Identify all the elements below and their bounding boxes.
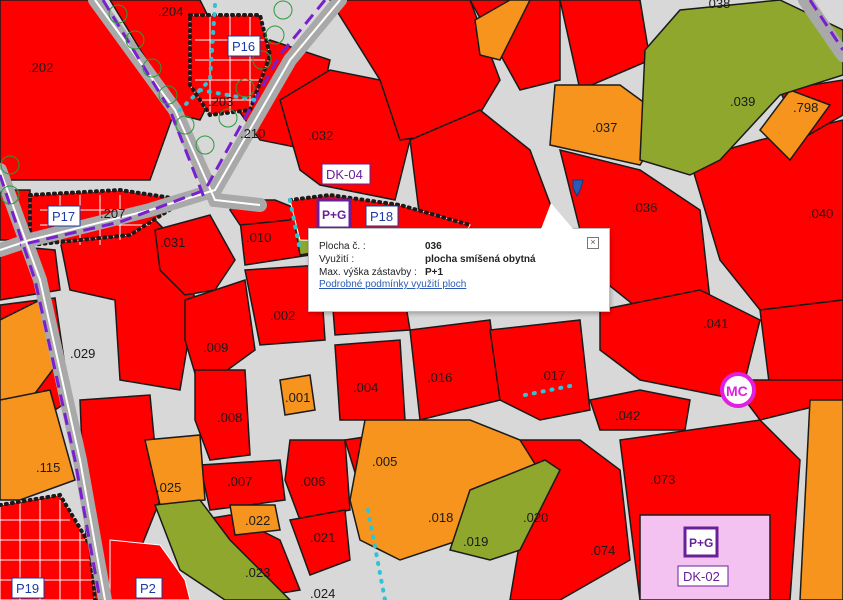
parcel-label: .029 xyxy=(70,346,95,361)
parcel-label: .203 xyxy=(208,94,233,109)
parcel-label: .008 xyxy=(217,410,242,425)
parcel-label: .074 xyxy=(590,543,615,558)
parcel-label: .115 xyxy=(36,460,60,475)
parcel-label: .005 xyxy=(372,454,397,469)
parcel-label: .031 xyxy=(160,235,185,250)
parcel-label: .021 xyxy=(310,530,335,545)
parcel-label: .024 xyxy=(310,586,335,600)
parcel-label: .006 xyxy=(300,474,325,489)
parcel-label: .204 xyxy=(158,4,183,19)
parcel-label: .039 xyxy=(730,94,755,109)
pg-symbol: P+G xyxy=(689,536,713,550)
mc-symbol: MC xyxy=(720,372,756,408)
zone-tag-p17: P17 xyxy=(52,209,75,224)
popup-key: Plocha č. : xyxy=(319,241,366,252)
parcel-label: .001 xyxy=(285,390,310,405)
popup-key: Max. výška zástavby : xyxy=(319,267,417,278)
parcel-label: .036 xyxy=(632,200,657,215)
zone-tag-p19: P19 xyxy=(16,581,39,596)
parcel-label: .020 xyxy=(523,510,548,525)
parcel-label: .040 xyxy=(808,206,833,221)
detail-conditions-link[interactable]: Podrobné podmínky využití ploch xyxy=(319,279,466,290)
parcel-label: .010 xyxy=(246,230,271,245)
parcel-label: .202 xyxy=(28,60,53,75)
parcel-label: .002 xyxy=(270,308,295,323)
parcel-label: .007 xyxy=(227,474,252,489)
zone-tag-p18: P18 xyxy=(370,209,393,224)
parcel-label: .210 xyxy=(240,126,265,141)
parcel-label: .041 xyxy=(703,316,728,331)
popup-key: Využití : xyxy=(319,254,355,265)
corridor-label-dk04: DK-04 xyxy=(326,167,363,182)
popup-value: 036 xyxy=(425,241,442,252)
parcel-label: .023 xyxy=(245,565,270,580)
popup-value: plocha smíšená obytná xyxy=(425,254,536,265)
parcel-label: .037 xyxy=(592,120,617,135)
parcel-label: .042 xyxy=(615,408,640,423)
parcel-label: .019 xyxy=(463,534,488,549)
popup-row: Plocha č. : 036 xyxy=(319,241,599,254)
parcel-label: .018 xyxy=(428,510,453,525)
pg-symbol: P+G xyxy=(322,208,346,222)
parcel-label: .022 xyxy=(245,513,270,528)
parcel-label: .004 xyxy=(353,380,378,395)
zone-tag-p16: P16 xyxy=(232,39,255,54)
corridor-label-dk02: DK-02 xyxy=(683,569,720,584)
parcel-label: .032 xyxy=(308,128,333,143)
popup-row: Využití : plocha smíšená obytná xyxy=(319,254,599,267)
zone-tag-p2: P2 xyxy=(140,581,156,596)
parcel-label: .025 xyxy=(156,480,181,495)
parcel-label: .038 xyxy=(705,0,730,11)
parcel-label: .016 xyxy=(427,370,452,385)
parcel-label: .017 xyxy=(540,368,565,383)
parcel-label: .207 xyxy=(100,206,125,221)
parcel-label: .798 xyxy=(793,100,818,115)
info-popup: × Plocha č. : 036 Využití : plocha smíše… xyxy=(308,203,610,312)
parcel-label: .009 xyxy=(203,340,228,355)
mc-label: MC xyxy=(726,383,748,399)
parcel-label: .073 xyxy=(650,472,675,487)
popup-value: P+1 xyxy=(425,267,444,278)
